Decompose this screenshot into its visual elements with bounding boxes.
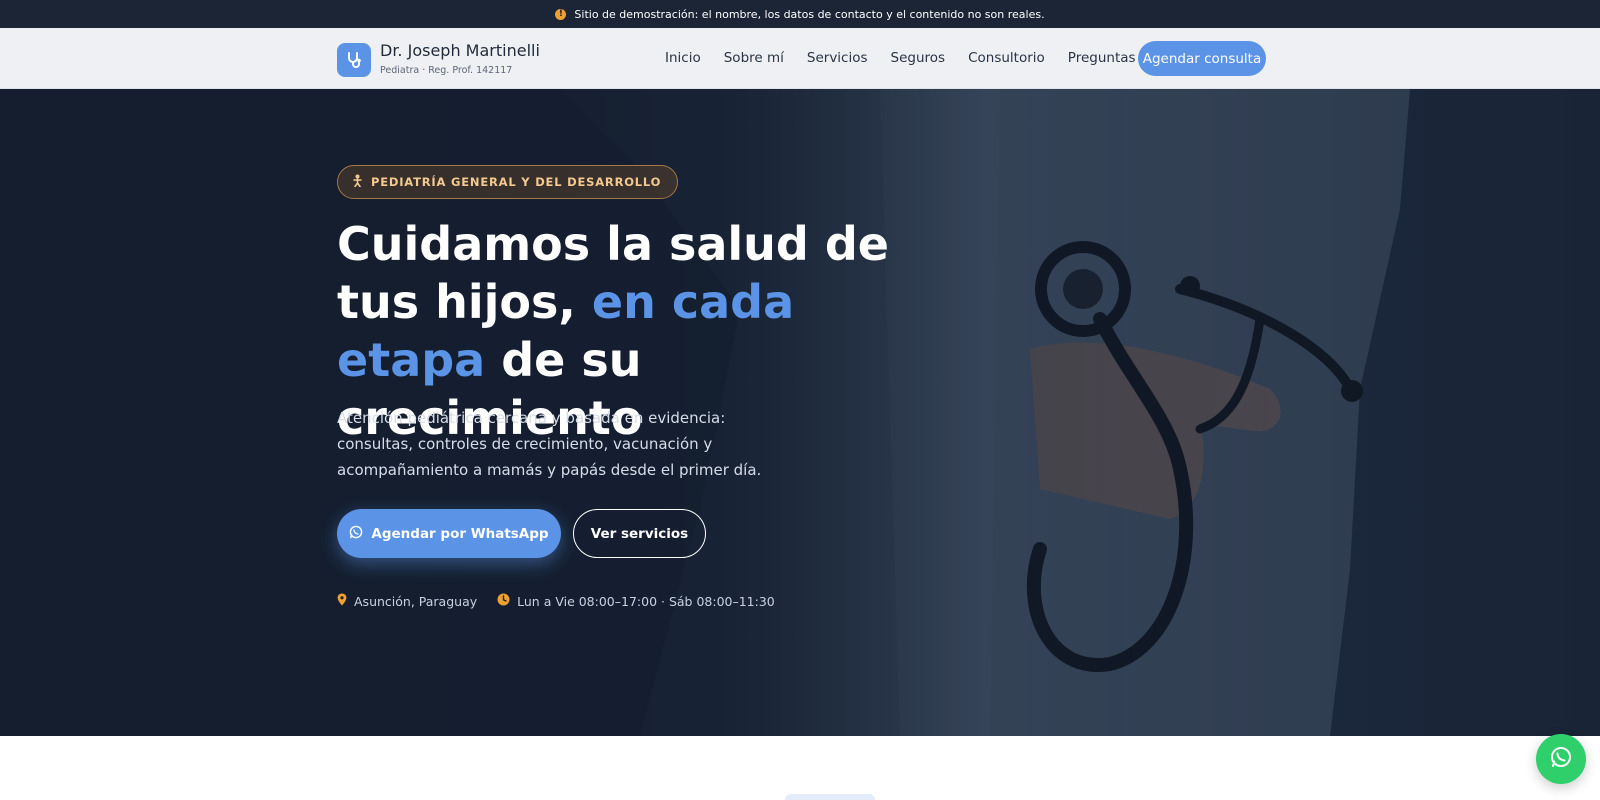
hero-section: PEDIATRÍA GENERAL Y DEL DESARROLLO Cuida… xyxy=(0,89,1600,736)
nav-item-servicios[interactable]: Servicios xyxy=(807,49,868,67)
location-pin-icon xyxy=(337,593,347,609)
site-header: Dr. Joseph Martinelli Pediatra · Reg. Pr… xyxy=(0,28,1600,89)
demo-notice-text: Sitio de demostración: el nombre, los da… xyxy=(574,7,1045,21)
location-text: Asunción, Paraguay xyxy=(354,593,478,609)
specialty-badge-label: PEDIATRÍA GENERAL Y DEL DESARROLLO xyxy=(371,175,662,189)
ver-servicios-button[interactable]: Ver servicios xyxy=(573,509,706,558)
main-nav: Inicio Sobre mí Servicios Seguros Consul… xyxy=(665,49,1159,67)
nav-item-seguros[interactable]: Seguros xyxy=(891,49,946,67)
whatsapp-icon xyxy=(349,525,363,543)
agendar-whatsapp-label: Agendar por WhatsApp xyxy=(371,525,549,542)
info-icon: ! xyxy=(555,8,567,20)
demo-notice-bar: ! Sitio de demostración: el nombre, los … xyxy=(0,0,1600,28)
location-info: Asunción, Paraguay xyxy=(337,593,477,609)
stethoscope-icon xyxy=(337,42,371,77)
section-label-pill xyxy=(785,794,875,800)
whatsapp-icon xyxy=(1549,745,1573,773)
brand-subtitle: Pediatra · Reg. Prof. 142117 xyxy=(380,65,513,76)
clock-icon xyxy=(497,593,510,609)
hero-meta: Asunción, Paraguay Lun a Vie 08:00–17:00… xyxy=(337,593,775,609)
nav-item-sobre-mi[interactable]: Sobre mí xyxy=(724,49,784,67)
nav-item-consultorio[interactable]: Consultorio xyxy=(968,49,1045,67)
nav-item-preguntas[interactable]: Preguntas xyxy=(1068,49,1136,67)
brand-name: Dr. Joseph Martinelli xyxy=(380,41,540,60)
nav-item-inicio[interactable]: Inicio xyxy=(665,49,701,67)
specialty-badge: PEDIATRÍA GENERAL Y DEL DESARROLLO xyxy=(337,165,679,199)
agendar-whatsapp-button[interactable]: Agendar por WhatsApp xyxy=(337,509,561,558)
agendar-consulta-button[interactable]: Agendar consulta xyxy=(1138,41,1266,76)
hero-lead: Atención pediátrica cercana y basada en … xyxy=(337,409,762,479)
child-icon xyxy=(352,174,363,190)
hours-info: Lun a Vie 08:00–17:00 · Sáb 08:00–11:30 xyxy=(497,593,775,609)
whatsapp-float-button[interactable] xyxy=(1536,734,1586,784)
hours-text: Lun a Vie 08:00–17:00 · Sáb 08:00–11:30 xyxy=(517,593,775,609)
brand[interactable]: Dr. Joseph Martinelli Pediatra · Reg. Pr… xyxy=(337,41,540,78)
